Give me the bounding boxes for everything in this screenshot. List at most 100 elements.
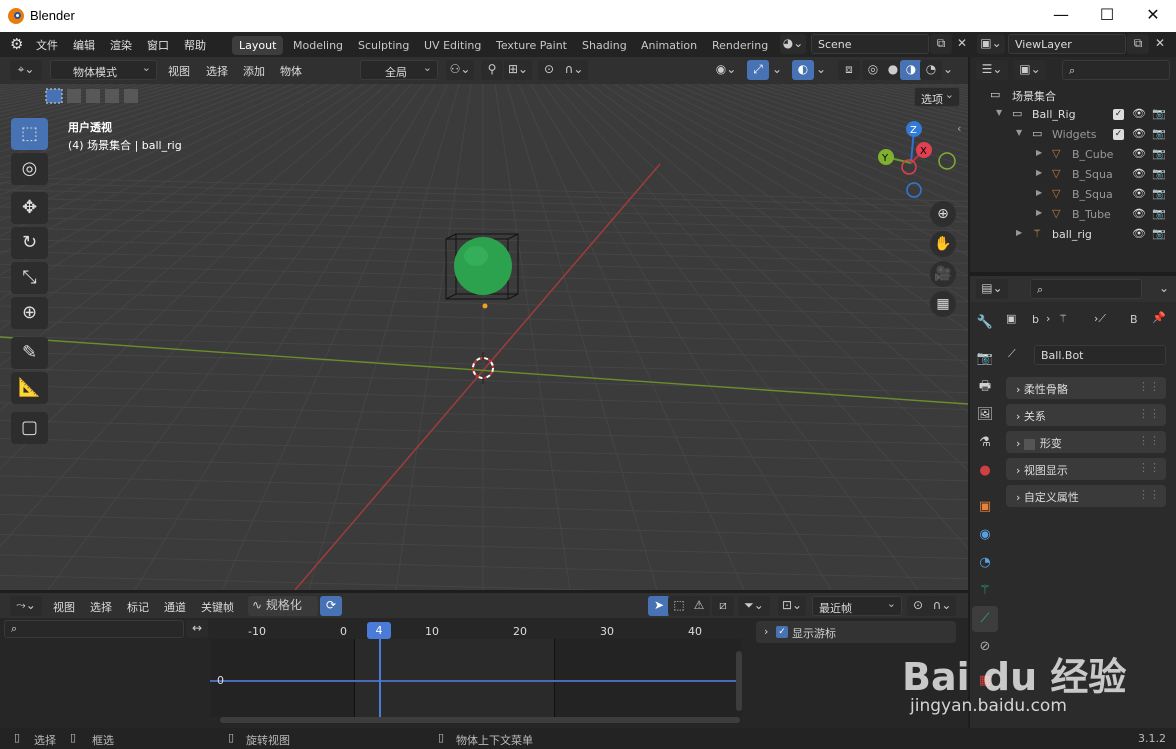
outliner-editor-type-icon[interactable]: ☰⌄: [976, 60, 1008, 80]
timeline-menu-view[interactable]: 视图: [53, 599, 75, 615]
gizmo-dropdown-icon[interactable]: ⌄: [770, 60, 784, 80]
properties-options-icon[interactable]: ⌄: [1154, 279, 1174, 299]
rotate-tool-icon[interactable]: ↻: [11, 227, 48, 259]
current-frame-indicator[interactable]: 4: [367, 622, 391, 639]
exclude-checkbox[interactable]: ✓: [1113, 109, 1124, 120]
view-layer-tab-icon[interactable]: 🖼: [972, 402, 998, 428]
menu-render[interactable]: 渲染: [110, 37, 132, 53]
mode-dropdown[interactable]: 物体模式: [50, 60, 157, 80]
armature-data-tab-icon[interactable]: ⚚: [972, 578, 998, 604]
drag-handle-icon[interactable]: ⋮⋮: [1138, 380, 1160, 393]
pivot-timeline-icon[interactable]: ⊡⌄: [778, 596, 806, 616]
filter-icon[interactable]: ⏷⌄: [738, 596, 770, 616]
pin-icon[interactable]: 📌: [1152, 311, 1166, 324]
delete-scene-icon[interactable]: ✕: [951, 34, 973, 54]
maximize-button[interactable]: ☐: [1084, 0, 1130, 32]
close-button[interactable]: ✕: [1130, 0, 1176, 32]
outliner-row[interactable]: ▼ ▭ Widgets ✓ 👁 📷: [970, 125, 1176, 145]
scene-selector-icon[interactable]: ◕⌄: [780, 34, 806, 54]
tab-sculpting[interactable]: Sculpting: [351, 36, 416, 55]
output-tab-icon[interactable]: 🖶: [972, 374, 998, 400]
snap-dropdown[interactable]: 最近帧: [812, 596, 902, 616]
only-errors-icon[interactable]: ⚠: [688, 596, 710, 616]
drag-handle-icon[interactable]: ⋮⋮: [1138, 434, 1160, 447]
ghost-curves-icon[interactable]: ⧄: [712, 596, 734, 616]
expand-chevron-icon[interactable]: ›: [764, 625, 768, 638]
proportional-edit-icon[interactable]: ⊙: [538, 60, 560, 80]
snap-toggle-icon[interactable]: ⚲: [481, 60, 503, 80]
snap-target-icon[interactable]: ⊞⌄: [504, 60, 532, 80]
xray-icon[interactable]: ⧈: [838, 60, 860, 80]
eye-icon[interactable]: 👁: [1132, 147, 1146, 160]
viewport-menu-select[interactable]: 选择: [206, 63, 228, 79]
properties-editor-type-icon[interactable]: ▤⌄: [976, 279, 1008, 299]
auto-normalize-icon[interactable]: ⟳: [320, 596, 342, 616]
camera-icon[interactable]: 📷: [1152, 167, 1166, 180]
zoom-icon[interactable]: ⊕: [930, 201, 956, 227]
modifiers-tab-icon[interactable]: ◉: [972, 522, 998, 548]
property-panel-header[interactable]: › 自定义属性 ⋮⋮: [1006, 485, 1166, 507]
new-viewlayer-icon[interactable]: ⧉: [1127, 34, 1149, 54]
eye-icon[interactable]: 👁: [1132, 127, 1146, 140]
timeline-menu-channel[interactable]: 通道: [164, 599, 186, 615]
tab-modeling[interactable]: Modeling: [286, 36, 350, 55]
outliner-search-icon[interactable]: ⌕: [1062, 60, 1170, 80]
scale-tool-icon[interactable]: ⤡: [11, 262, 48, 294]
menu-help[interactable]: 帮助: [184, 37, 206, 53]
gizmo-toggle-icon[interactable]: ⤢: [747, 60, 769, 80]
measure-tool-icon[interactable]: 📐: [11, 372, 48, 404]
show-cursor-checkbox[interactable]: ✓: [776, 626, 788, 638]
viewport-menu-object[interactable]: 物体: [280, 63, 302, 79]
world-tab-icon[interactable]: ●: [972, 458, 998, 484]
shading-dropdown-icon[interactable]: ⌄: [940, 60, 956, 80]
3d-viewport[interactable]: Z Y X 用户透视 (4) 场景集合 | ball_rig 选项 ⬚ ◎ ✥ …: [0, 84, 968, 590]
visibility-icon[interactable]: ◉⌄: [710, 60, 742, 80]
falloff-icon[interactable]: ∩⌄: [560, 60, 588, 80]
camera-icon[interactable]: 📷: [1152, 207, 1166, 220]
tool-tab-icon[interactable]: 🔧: [972, 310, 998, 336]
wireframe-shading-icon[interactable]: ◎: [862, 60, 884, 80]
material-shading-icon[interactable]: ◑: [900, 60, 922, 80]
sidebar-toggle-icon[interactable]: ‹: [957, 122, 961, 135]
timeline-editor-type-icon[interactable]: ⤳⌄: [10, 596, 42, 616]
pan-hand-icon[interactable]: ✋: [930, 231, 956, 257]
transform-orientation-dropdown[interactable]: 全局: [360, 60, 438, 80]
camera-icon[interactable]: 📷: [1152, 127, 1166, 140]
playhead-line[interactable]: [379, 633, 381, 717]
minimize-button[interactable]: —: [1038, 0, 1084, 32]
menu-edit[interactable]: 编辑: [73, 37, 95, 53]
expand-arrow-icon[interactable]: ▶: [1036, 148, 1042, 157]
blender-menu-icon[interactable]: ⚙: [10, 35, 23, 53]
tab-rendering[interactable]: Rendering: [705, 36, 775, 55]
outliner-row[interactable]: ▼ ▭ Ball_Rig ✓ 👁 📷: [970, 105, 1176, 125]
outliner-row[interactable]: ▶ ▽ B_Cube 👁 📷: [970, 145, 1176, 165]
vertical-scrollbar[interactable]: [736, 651, 742, 711]
overlay-dropdown-icon[interactable]: ⌄: [814, 60, 828, 80]
outliner-row[interactable]: ▶ ▽ B_Squa 👁 📷: [970, 185, 1176, 205]
pivot-point-icon[interactable]: ⚇⌄: [446, 60, 474, 80]
outliner-root[interactable]: ▭ 场景集合: [970, 85, 1176, 105]
outliner-row[interactable]: ▶ ▽ B_Tube 👁 📷: [970, 205, 1176, 225]
exclude-checkbox[interactable]: ✓: [1113, 129, 1124, 140]
viewlayer-name-field[interactable]: ViewLayer: [1008, 34, 1126, 54]
menu-file[interactable]: 文件: [36, 37, 58, 53]
delete-viewlayer-icon[interactable]: ✕: [1149, 34, 1171, 54]
outliner-row[interactable]: ▶ ⚚ ball_rig 👁 📷: [970, 225, 1176, 245]
expand-arrow-icon[interactable]: ▼: [1016, 128, 1022, 137]
expand-arrow-icon[interactable]: ▶: [1036, 208, 1042, 217]
cursor-tool-icon[interactable]: ◎: [11, 153, 48, 185]
camera-view-icon[interactable]: 🎥: [930, 261, 956, 287]
bone-name-field[interactable]: Ball.Bot: [1034, 345, 1166, 365]
expand-arrow-icon[interactable]: ▶: [1016, 228, 1022, 237]
eye-icon[interactable]: 👁: [1132, 227, 1146, 240]
expand-arrow-icon[interactable]: ▶: [1036, 168, 1042, 177]
options-dropdown[interactable]: 选项: [914, 87, 960, 107]
drag-handle-icon[interactable]: ⋮⋮: [1138, 461, 1160, 474]
show-hidden-icon[interactable]: ⬚: [668, 596, 690, 616]
timeline-menu-select[interactable]: 选择: [90, 599, 112, 615]
viewport-menu-add[interactable]: 添加: [243, 63, 265, 79]
camera-icon[interactable]: 📷: [1152, 147, 1166, 160]
properties-search-icon[interactable]: ⌕: [1030, 279, 1142, 299]
tab-texture-paint[interactable]: Texture Paint: [489, 36, 574, 55]
property-panel-header[interactable]: › 关系 ⋮⋮: [1006, 404, 1166, 426]
